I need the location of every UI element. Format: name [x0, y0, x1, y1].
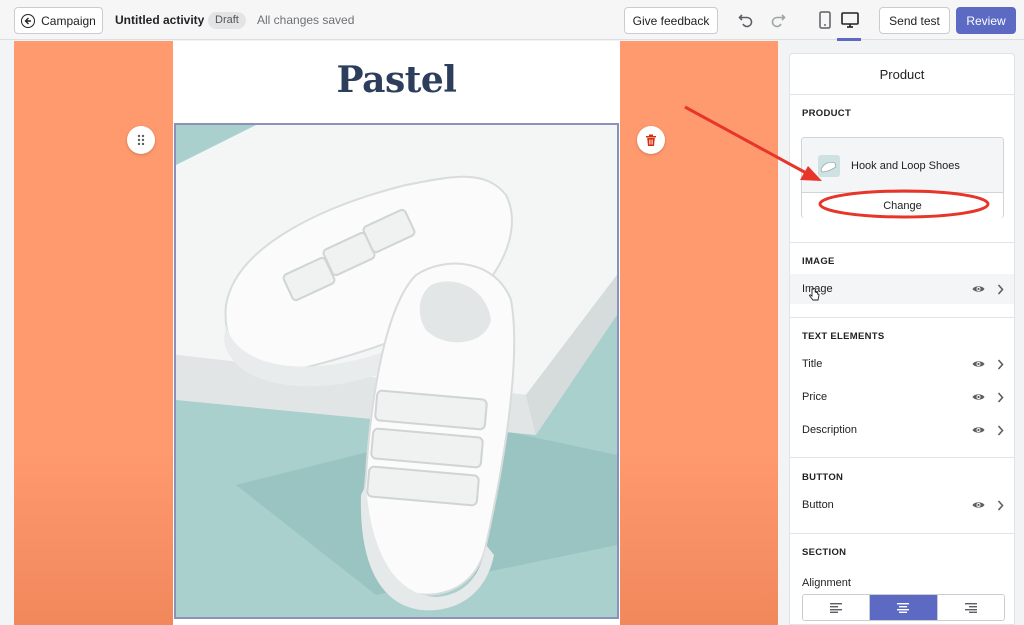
settings-panel: Product PRODUCT Hook and Loop Shoes Chan…: [789, 53, 1015, 625]
active-preview-indicator: [837, 38, 861, 41]
row-description[interactable]: Description: [790, 415, 1014, 445]
chevron-right-icon[interactable]: [997, 359, 1004, 373]
alignment-label: Alignment: [802, 577, 851, 589]
align-right-icon: [964, 602, 977, 613]
activity-title[interactable]: Untitled activity: [115, 13, 204, 27]
save-status: All changes saved: [257, 13, 355, 27]
give-feedback-button[interactable]: Give feedback: [624, 7, 718, 34]
button-section-heading: BUTTON: [802, 472, 844, 483]
canvas-edge: [0, 41, 14, 625]
chevron-right-icon[interactable]: [997, 500, 1004, 514]
back-to-campaign-button[interactable]: Campaign: [14, 7, 103, 34]
row-title[interactable]: Title: [790, 349, 1014, 379]
eye-icon[interactable]: [972, 391, 985, 406]
align-center-button[interactable]: [869, 595, 937, 620]
chevron-right-icon[interactable]: [997, 425, 1004, 439]
row-title-label: Title: [802, 358, 823, 370]
product-section-heading: PRODUCT: [802, 108, 852, 119]
eye-icon[interactable]: [972, 283, 985, 298]
sneakers-photo: [176, 125, 617, 617]
back-arrow-icon: [21, 13, 36, 28]
image-section-heading: IMAGE: [802, 256, 835, 267]
drag-handle-icon[interactable]: [127, 126, 155, 154]
cursor-icon: [809, 287, 820, 306]
review-button[interactable]: Review: [956, 7, 1016, 34]
chevron-right-icon[interactable]: [997, 284, 1004, 298]
alignment-button-group: [802, 594, 1005, 621]
panel-title: Product: [790, 54, 1014, 95]
text-elements-section-heading: TEXT ELEMENTS: [802, 331, 885, 342]
chevron-right-icon[interactable]: [997, 392, 1004, 406]
divider: [790, 457, 1014, 458]
product-image-block[interactable]: [174, 123, 619, 619]
change-product-button[interactable]: Change: [802, 192, 1003, 218]
top-bar: Campaign Untitled activity Draft All cha…: [0, 0, 1024, 41]
row-image[interactable]: Image: [790, 274, 1014, 304]
row-button-label: Button: [802, 499, 834, 511]
status-badge: Draft: [208, 12, 246, 29]
align-center-icon: [897, 602, 910, 613]
brand-logo: Pastel: [336, 59, 457, 101]
align-left-button[interactable]: [803, 595, 870, 620]
section-section-heading: SECTION: [802, 547, 847, 558]
send-test-button[interactable]: Send test: [879, 7, 950, 34]
divider: [790, 317, 1014, 318]
back-button-label: Campaign: [41, 13, 96, 28]
divider: [790, 242, 1014, 243]
desktop-preview-icon[interactable]: [840, 11, 860, 34]
row-price-label: Price: [802, 391, 828, 403]
row-description-label: Description: [802, 424, 858, 436]
eye-icon[interactable]: [972, 499, 985, 514]
redo-icon[interactable]: [769, 11, 787, 34]
align-right-button[interactable]: [936, 595, 1004, 620]
delete-block-icon[interactable]: [637, 126, 665, 154]
eye-icon[interactable]: [972, 358, 985, 373]
product-name: Hook and Loop Shoes: [851, 160, 960, 172]
eye-icon[interactable]: [972, 424, 985, 439]
undo-icon[interactable]: [737, 11, 755, 34]
row-button[interactable]: Button: [790, 490, 1014, 520]
product-card: Hook and Loop Shoes Change: [801, 137, 1004, 218]
align-left-icon: [830, 602, 843, 613]
divider: [790, 533, 1014, 534]
row-price[interactable]: Price: [790, 382, 1014, 412]
mobile-preview-icon[interactable]: [818, 11, 832, 34]
product-thumbnail: [818, 155, 840, 177]
